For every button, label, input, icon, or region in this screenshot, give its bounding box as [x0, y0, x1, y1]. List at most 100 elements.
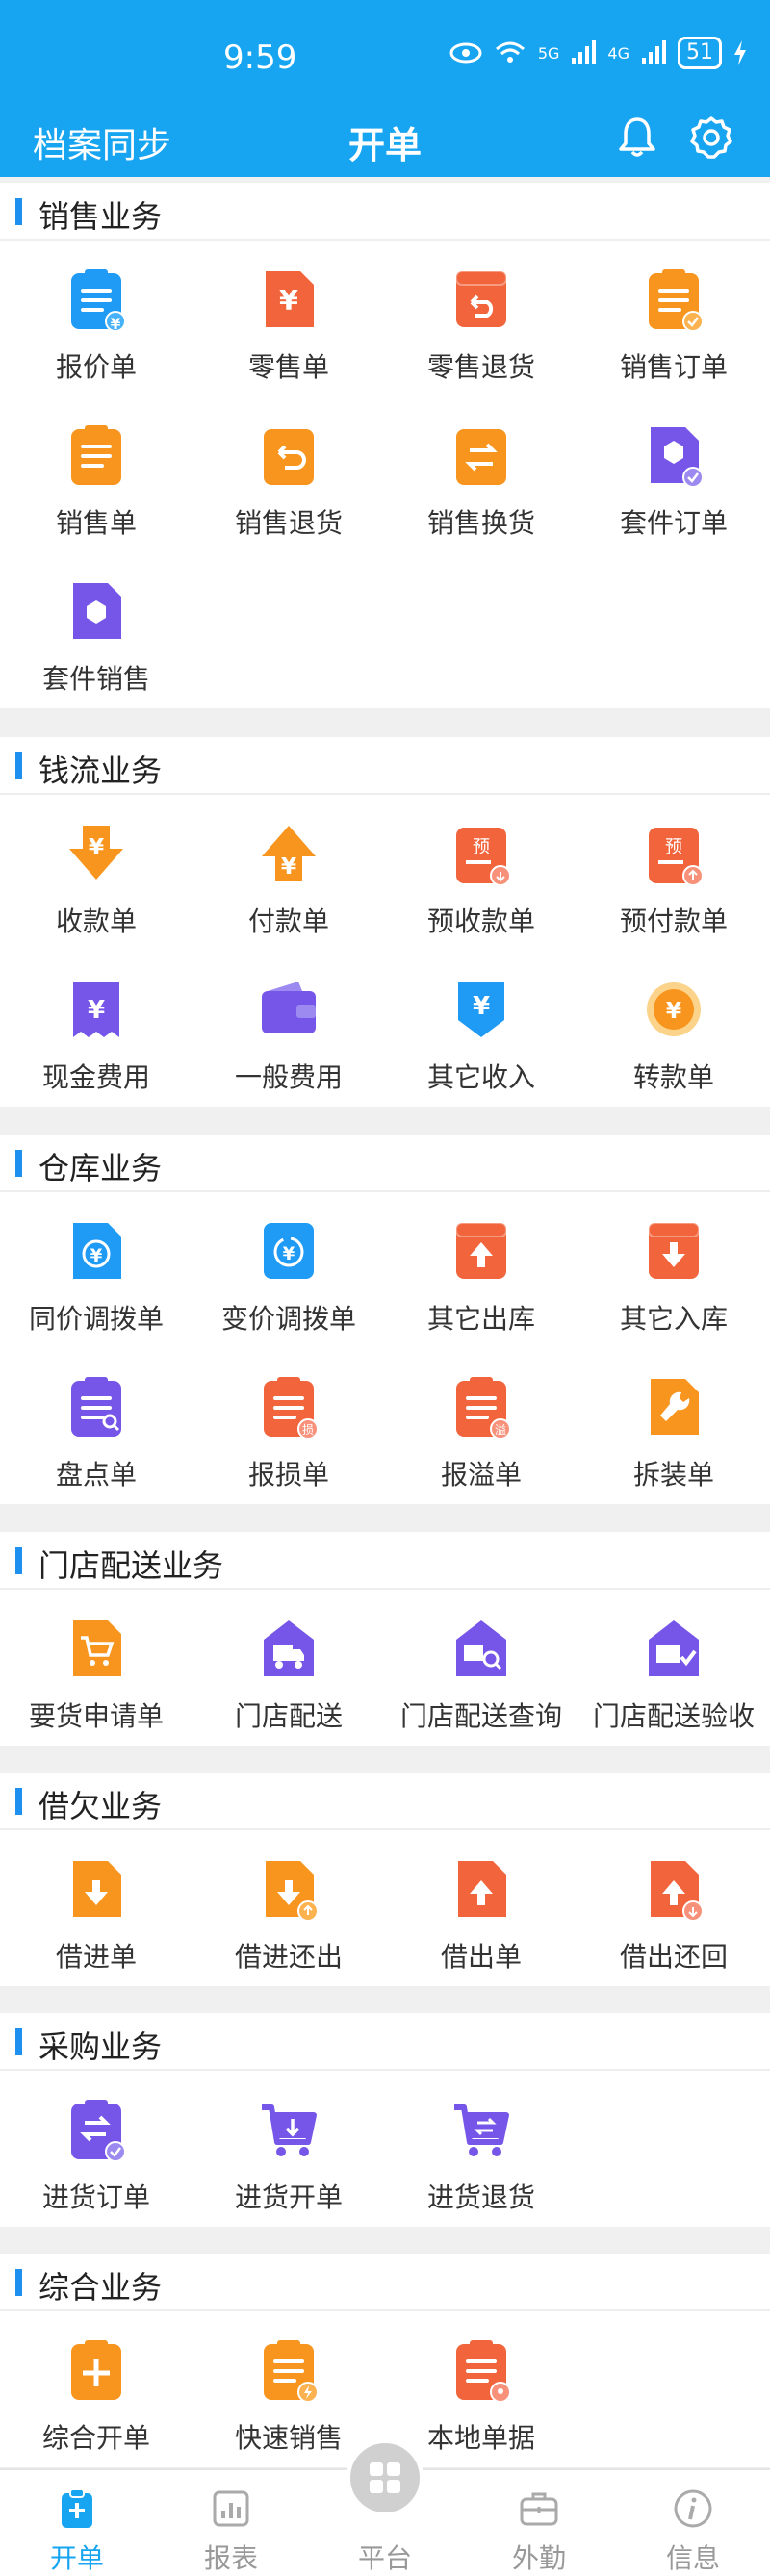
section-grid: ¥ 同价调拨单 ¥ 变价调拨单 其它出库 其它入库 盘点单损报损单溢报溢单 拆装单 — [0, 1192, 770, 1504]
tab-report[interactable]: 报表 — [154, 2470, 308, 2576]
grid-item[interactable]: 套件销售 — [0, 552, 192, 708]
grid-item[interactable]: 借出还回 — [578, 1830, 770, 1986]
lend-out-icon — [458, 1861, 506, 1917]
grid-item[interactable]: ¥ 报价单 — [0, 241, 192, 396]
retail-return-box-icon — [455, 270, 507, 327]
bell-icon[interactable] — [613, 114, 661, 162]
grid-item-label: 本地单据 — [426, 2422, 535, 2454]
grid-item[interactable]: 预预收款单 — [385, 795, 578, 951]
svg-text:溢: 溢 — [495, 1423, 506, 1437]
grid-item[interactable]: ¥ 付款单 — [192, 795, 385, 951]
section-header: 钱流业务 — [0, 737, 770, 795]
grid-item[interactable]: ¥ 现金费用 — [0, 951, 192, 1107]
svg-text:损: 损 — [302, 1423, 314, 1437]
tab-label: 报表 — [203, 2542, 258, 2574]
grid-item[interactable]: 损报损单 — [192, 1348, 385, 1504]
section-grid: 进货订单 进货开单 进货退货 — [0, 2071, 770, 2227]
grid-item[interactable]: 销售换货 — [385, 396, 578, 552]
grid-item[interactable]: 借进单 — [0, 1830, 192, 1986]
archive-sync-link[interactable]: 档案同步 — [33, 117, 171, 167]
section-title: 仓库业务 — [38, 1150, 163, 1186]
grid-item[interactable]: 套件订单 — [578, 396, 770, 552]
grid-item-label: 预收款单 — [426, 905, 535, 937]
tab-open-order[interactable]: 开单 — [0, 2470, 154, 2576]
grid-item[interactable]: 其它入库 — [578, 1192, 770, 1348]
status-icons: 5G 4G 51 — [449, 37, 747, 69]
grid-item-label: 综合开单 — [41, 2422, 150, 2454]
kit-order-icon — [651, 427, 703, 487]
grid-item-label: 零售退货 — [426, 351, 535, 383]
grid-item[interactable]: 综合开单 — [0, 2311, 192, 2467]
grid-item-label: 拆装单 — [632, 1459, 714, 1491]
section-accent-bar — [15, 1547, 22, 1574]
grid-item[interactable]: ¥ 零售单 — [192, 241, 385, 396]
svg-text:¥: ¥ — [111, 316, 121, 331]
grid-item-label: 销售退货 — [234, 507, 343, 539]
grid-item-label: 盘点单 — [55, 1459, 137, 1491]
grid-item[interactable]: 其它出库 — [385, 1192, 578, 1348]
tab-label: 信息 — [665, 2542, 720, 2574]
gear-icon[interactable] — [687, 114, 735, 162]
grid-item[interactable]: 进货订单 — [0, 2071, 192, 2227]
transfer-coin-icon: ¥ — [647, 982, 701, 1036]
grid-item[interactable]: 销售单 — [0, 396, 192, 552]
grid-item-label: 报价单 — [55, 351, 137, 383]
tab-info[interactable]: 信息 — [616, 2470, 770, 2576]
grid-item[interactable]: 快速销售 — [192, 2311, 385, 2467]
section-title: 综合业务 — [38, 2269, 163, 2306]
grid-item[interactable]: 销售退货 — [192, 396, 385, 552]
grid-item-label: 报损单 — [247, 1459, 329, 1491]
network-4g-label: 4G — [607, 43, 629, 63]
grid-item-label: 借出还回 — [619, 1941, 728, 1973]
section-accent-bar — [15, 752, 22, 779]
info-icon — [674, 2489, 712, 2528]
grid-item[interactable]: 进货开单 — [192, 2071, 385, 2227]
grid-item[interactable]: 盘点单 — [0, 1348, 192, 1504]
grid-item[interactable]: 借进还出 — [192, 1830, 385, 1986]
kit-sales-icon — [73, 583, 121, 639]
eye-icon — [449, 42, 482, 64]
platform-button[interactable] — [346, 2439, 424, 2516]
grid-item[interactable]: 进货退货 — [385, 2071, 578, 2227]
section: 钱流业务 ¥ 收款单 ¥ 付款单预预收款单预预付款单 ¥ 现金费用 一般费用 ¥ 其它收入 ¥ 转款单 — [0, 737, 770, 1107]
quote-doc-icon: ¥ — [71, 269, 125, 331]
section-header: 综合业务 — [0, 2254, 770, 2311]
grid-item-label: 其它入库 — [619, 1303, 728, 1335]
section-grid: ¥ 收款单 ¥ 付款单预预收款单预预付款单 ¥ 现金费用 一般费用 ¥ 其它收入 ¥ 转款单 — [0, 795, 770, 1107]
grid-item-label: 变价调拨单 — [220, 1303, 356, 1335]
grid-item[interactable]: 门店配送验收 — [578, 1590, 770, 1746]
grid-item[interactable]: 零售退货 — [385, 241, 578, 396]
section-title: 采购业务 — [38, 2028, 163, 2065]
grid-item-label: 要货申请单 — [28, 1700, 164, 1732]
grid-item[interactable]: 拆装单 — [578, 1348, 770, 1504]
grid-item[interactable]: ¥ 其它收入 — [385, 951, 578, 1107]
loss-report-icon: 损 — [264, 1377, 318, 1439]
grid-item[interactable]: 要货申请单 — [0, 1590, 192, 1746]
store-delivery-truck-icon — [264, 1620, 314, 1676]
payment-up-arrow-icon: ¥ — [262, 826, 316, 881]
wifi-icon — [495, 41, 525, 63]
svg-text:¥: ¥ — [88, 996, 105, 1025]
grid-item[interactable]: 溢报溢单 — [385, 1348, 578, 1504]
section: 综合业务综合开单 快速销售 本地单据 — [0, 2254, 770, 2467]
overflow-report-icon: 溢 — [456, 1377, 510, 1439]
grid-item[interactable]: 预预付款单 — [578, 795, 770, 951]
grid-item[interactable]: 门店配送 — [192, 1590, 385, 1746]
network-5g-label: 5G — [537, 43, 560, 63]
grid-item[interactable]: 借出单 — [385, 1830, 578, 1986]
grid-item[interactable]: ¥ 变价调拨单 — [192, 1192, 385, 1348]
grid-item[interactable]: 门店配送查询 — [385, 1590, 578, 1746]
tab-field-work[interactable]: 外勤 — [462, 2470, 616, 2576]
grid-item-label: 门店配送验收 — [592, 1700, 755, 1732]
grid-item[interactable]: ¥ 收款单 — [0, 795, 192, 951]
grid-item[interactable]: 一般费用 — [192, 951, 385, 1107]
grid-item[interactable]: ¥ 转款单 — [578, 951, 770, 1107]
grid-item-label: 同价调拨单 — [28, 1303, 164, 1335]
grid-item[interactable]: ¥ 同价调拨单 — [0, 1192, 192, 1348]
tab-label: 开单 — [49, 2542, 104, 2574]
lend-out-return-icon — [651, 1861, 703, 1921]
section: 销售业务 ¥ 报价单 ¥ 零售单 零售退货 销售订单 销售单 销售退货 销售换货 套件订单 套件销售 — [0, 183, 770, 708]
grid-item[interactable]: 销售订单 — [578, 241, 770, 396]
grid-item[interactable]: 本地单据 — [385, 2311, 578, 2467]
svg-text:预: 预 — [665, 837, 682, 857]
